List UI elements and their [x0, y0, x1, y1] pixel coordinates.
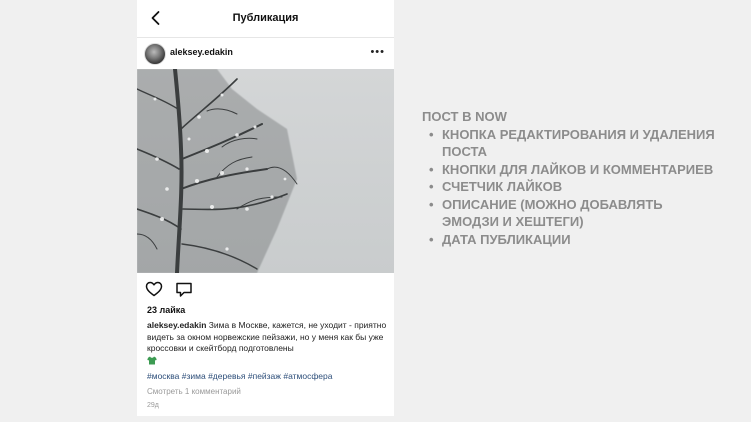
snowy-tree-image — [137, 69, 298, 273]
post-photo[interactable] — [137, 69, 394, 273]
top-bar: Публикация — [137, 0, 394, 38]
feature-item: ОПИСАНИЕ (МОЖНО ДОБАВЛЯТЬ ЭМОДЗИ И ХЕШТЕ… — [429, 196, 720, 231]
post-username[interactable]: aleksey.edakin — [170, 47, 233, 57]
more-options-button[interactable]: ••• — [370, 46, 385, 58]
heart-icon[interactable] — [145, 281, 163, 297]
more-horizontal-icon: ••• — [370, 46, 385, 58]
view-comments-link[interactable]: Смотреть 1 комментарий — [147, 387, 241, 396]
post-hashtags[interactable]: #москва #зима #деревья #пейзаж #атмосфер… — [147, 371, 333, 381]
page-title: Публикация — [232, 12, 299, 24]
post-caption: aleksey.edakin Зима в Москве, кажется, н… — [147, 320, 387, 367]
avatar[interactable] — [144, 43, 166, 65]
tshirt-emoji-icon — [147, 356, 157, 364]
features-list: КНОПКА РЕДАКТИРОВАНИЯ И УДАЛЕНИЯ ПОСТА К… — [420, 126, 720, 249]
feature-item: СЧЕТЧИК ЛАЙКОВ — [429, 178, 720, 196]
speech-bubble-icon[interactable] — [175, 281, 193, 298]
feature-item: КНОПКА РЕДАКТИРОВАНИЯ И УДАЛЕНИЯ ПОСТА — [429, 126, 720, 161]
feature-item: КНОПКИ ДЛЯ ЛАЙКОВ И КОММЕНТАРИЕВ — [429, 161, 720, 179]
features-description: ПОСТ В NOW КНОПКА РЕДАКТИРОВАНИЯ И УДАЛЕ… — [420, 108, 720, 248]
post-date: 29д — [147, 402, 159, 409]
post-header: aleksey.edakin ••• — [137, 38, 394, 68]
likes-count[interactable]: 23 лайка — [147, 305, 185, 315]
feature-item: ДАТА ПУБЛИКАЦИИ — [429, 231, 720, 249]
features-title: ПОСТ В NOW — [422, 109, 507, 124]
post-screen: Публикация aleksey.edakin ••• 23 лайка a… — [137, 0, 394, 416]
caption-username[interactable]: aleksey.edakin — [147, 320, 206, 330]
post-actions — [137, 278, 394, 300]
